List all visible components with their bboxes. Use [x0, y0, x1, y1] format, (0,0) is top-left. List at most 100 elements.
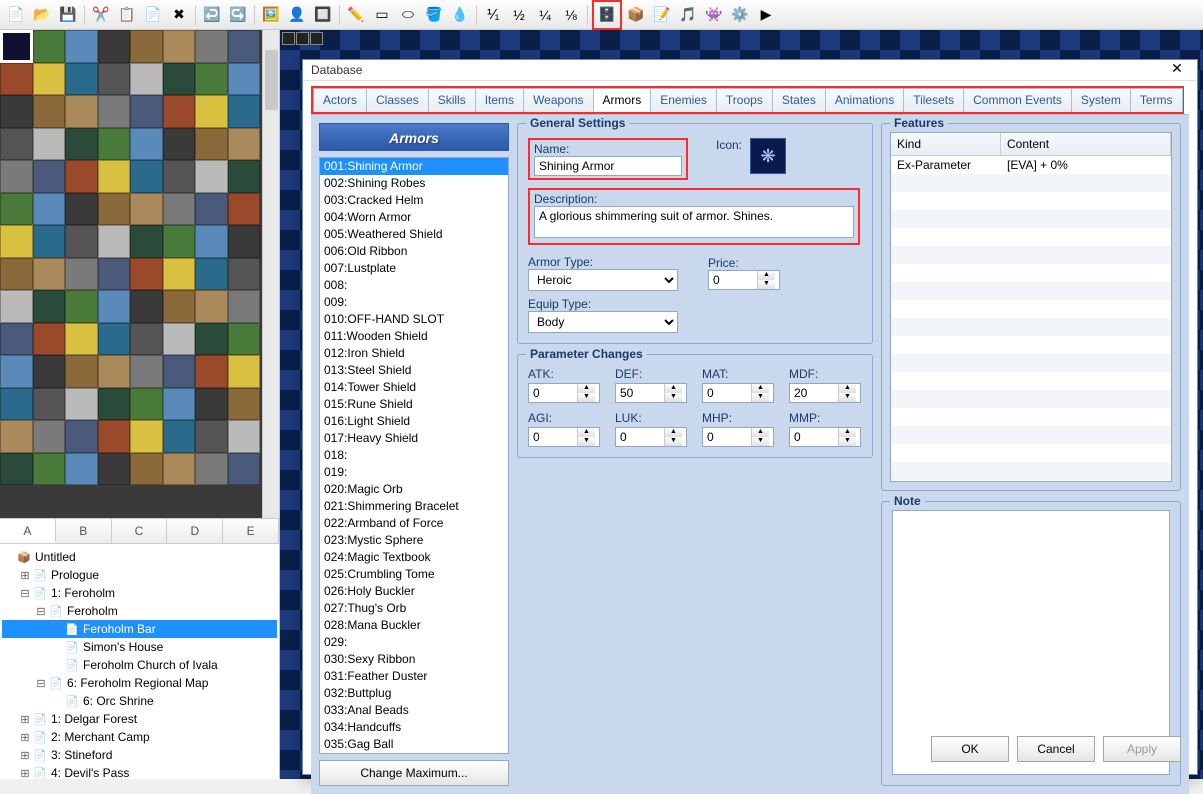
list-item[interactable]: 015:Rune Shield	[320, 396, 508, 413]
toolbar-button[interactable]: ✏️	[344, 3, 368, 27]
toolbar-button[interactable]: ⬭	[396, 3, 420, 27]
name-input[interactable]	[534, 156, 682, 176]
toolbar-button[interactable]: 💧	[448, 3, 472, 27]
tree-item[interactable]: 📄6: Orc Shrine	[2, 692, 277, 710]
tree-item[interactable]: 📄Feroholm Church of Ivala	[2, 656, 277, 674]
toolbar-button[interactable]: ⅛	[559, 3, 583, 27]
tileset-tab[interactable]: E	[223, 519, 279, 543]
toolbar-button[interactable]: ¼	[533, 3, 557, 27]
toolbar-button[interactable]: 📂	[30, 3, 54, 27]
toolbar-button[interactable]: 💾	[56, 3, 80, 27]
param-mhp-input[interactable]: ▲▼	[702, 427, 774, 447]
list-item[interactable]: 013:Steel Shield	[320, 362, 508, 379]
param-mat-input[interactable]: ▲▼	[702, 383, 774, 403]
tree-item[interactable]: ⊞📄2: Merchant Camp	[2, 728, 277, 746]
list-item[interactable]: 021:Shimmering Bracelet	[320, 498, 508, 515]
equip-type-select[interactable]: Body	[528, 311, 678, 333]
toolbar-button[interactable]: ⚙️	[728, 3, 752, 27]
list-item[interactable]: 018:	[320, 447, 508, 464]
list-item[interactable]: 003:Cracked Helm	[320, 192, 508, 209]
list-item[interactable]: 030:Sexy Ribbon	[320, 651, 508, 668]
db-tab[interactable]: Troops	[716, 88, 773, 112]
param-mdf-input[interactable]: ▲▼	[789, 383, 861, 403]
change-maximum-button[interactable]: Change Maximum...	[319, 760, 509, 786]
tileset-tab[interactable]: C	[112, 519, 168, 543]
tree-item[interactable]: 📄Simon's House	[2, 638, 277, 656]
armor-type-select[interactable]: Heroic	[528, 269, 678, 291]
param-atk-input[interactable]: ▲▼	[528, 383, 600, 403]
tileset-scrollbar[interactable]	[262, 30, 279, 518]
param-luk-input[interactable]: ▲▼	[615, 427, 687, 447]
db-tab[interactable]: System	[1071, 88, 1131, 112]
cancel-button[interactable]: Cancel	[1017, 736, 1095, 762]
list-item[interactable]: 031:Feather Duster	[320, 668, 508, 685]
tree-item[interactable]: 📄Feroholm Bar	[2, 620, 277, 638]
tileset-tab[interactable]: B	[56, 519, 112, 543]
tree-item[interactable]: ⊞📄1: Delgar Forest	[2, 710, 277, 728]
list-item[interactable]: 029:	[320, 634, 508, 651]
tree-item[interactable]: 📦Untitled	[2, 548, 277, 566]
toolbar-button[interactable]: 👤	[285, 3, 309, 27]
db-tab[interactable]: Weapons	[523, 88, 593, 112]
toolbar-button[interactable]: ⅟₁	[481, 3, 505, 27]
list-item[interactable]: 026:Holy Buckler	[320, 583, 508, 600]
toolbar-button[interactable]: ▶	[754, 3, 778, 27]
apply-button[interactable]: Apply	[1103, 736, 1181, 762]
param-def-input[interactable]: ▲▼	[615, 383, 687, 403]
db-tab[interactable]: Common Events	[963, 88, 1072, 112]
list-item[interactable]: 034:Handcuffs	[320, 719, 508, 736]
tree-item[interactable]: ⊟📄1: Feroholm	[2, 584, 277, 602]
ok-button[interactable]: OK	[931, 736, 1009, 762]
description-input[interactable]	[534, 206, 854, 238]
list-item[interactable]: 033:Anal Beads	[320, 702, 508, 719]
close-icon[interactable]: ✕	[1165, 60, 1189, 80]
db-tab[interactable]: Items	[475, 88, 524, 112]
db-tab[interactable]: Enemies	[650, 88, 717, 112]
toolbar-button[interactable]: 👾	[702, 3, 726, 27]
toolbar-button[interactable]: 📄	[141, 3, 165, 27]
list-item[interactable]: 005:Weathered Shield	[320, 226, 508, 243]
toolbar-button[interactable]: ▭	[370, 3, 394, 27]
list-item[interactable]: 024:Magic Textbook	[320, 549, 508, 566]
list-item[interactable]: 016:Light Shield	[320, 413, 508, 430]
list-item[interactable]: 010:OFF-HAND SLOT	[320, 311, 508, 328]
db-tab[interactable]: Tilesets	[903, 88, 964, 112]
tileset-palette[interactable]	[0, 30, 279, 518]
list-item[interactable]: 032:Buttplug	[320, 685, 508, 702]
toolbar-button[interactable]: 📦	[624, 3, 648, 27]
list-item[interactable]: 017:Heavy Shield	[320, 430, 508, 447]
db-tab[interactable]: Animations	[825, 88, 904, 112]
price-input[interactable]: ▲▼	[708, 270, 780, 290]
toolbar-button[interactable]: 📝	[650, 3, 674, 27]
db-tab[interactable]: Actors	[313, 88, 367, 112]
list-item[interactable]: 007:Lustplate	[320, 260, 508, 277]
toolbar-button[interactable]: ↪️	[226, 3, 250, 27]
list-item[interactable]: 027:Thug's Orb	[320, 600, 508, 617]
toolbar-button[interactable]: ✖	[167, 3, 191, 27]
list-item[interactable]: 019:	[320, 464, 508, 481]
list-item[interactable]: 011:Wooden Shield	[320, 328, 508, 345]
db-tab[interactable]: Terms	[1130, 88, 1183, 112]
toolbar-button[interactable]: 🪣	[422, 3, 446, 27]
toolbar-button[interactable]: 📋	[115, 3, 139, 27]
list-item[interactable]: 035:Gag Ball	[320, 736, 508, 753]
param-mmp-input[interactable]: ▲▼	[789, 427, 861, 447]
list-item[interactable]: 008:	[320, 277, 508, 294]
tileset-tab[interactable]: A	[0, 519, 56, 543]
toolbar-button[interactable]: 🖼️	[259, 3, 283, 27]
db-tab[interactable]: Armors	[593, 88, 652, 112]
tree-item[interactable]: ⊟📄6: Feroholm Regional Map	[2, 674, 277, 692]
tree-item[interactable]: ⊞📄Prologue	[2, 566, 277, 584]
list-item[interactable]: 014:Tower Shield	[320, 379, 508, 396]
list-item[interactable]: 006:Old Ribbon	[320, 243, 508, 260]
features-table[interactable]: Kind Content Ex-Parameter[EVA] + 0%	[890, 132, 1172, 482]
list-item[interactable]: 028:Mana Buckler	[320, 617, 508, 634]
toolbar-button[interactable]: 🔲	[311, 3, 335, 27]
tree-item[interactable]: ⊟📄Feroholm	[2, 602, 277, 620]
list-item[interactable]: 004:Worn Armor	[320, 209, 508, 226]
list-item[interactable]: 009:	[320, 294, 508, 311]
list-item[interactable]: 023:Mystic Sphere	[320, 532, 508, 549]
list-item[interactable]: 012:Iron Shield	[320, 345, 508, 362]
toolbar-button[interactable]: 🎵	[676, 3, 700, 27]
db-tab[interactable]: States	[772, 88, 826, 112]
